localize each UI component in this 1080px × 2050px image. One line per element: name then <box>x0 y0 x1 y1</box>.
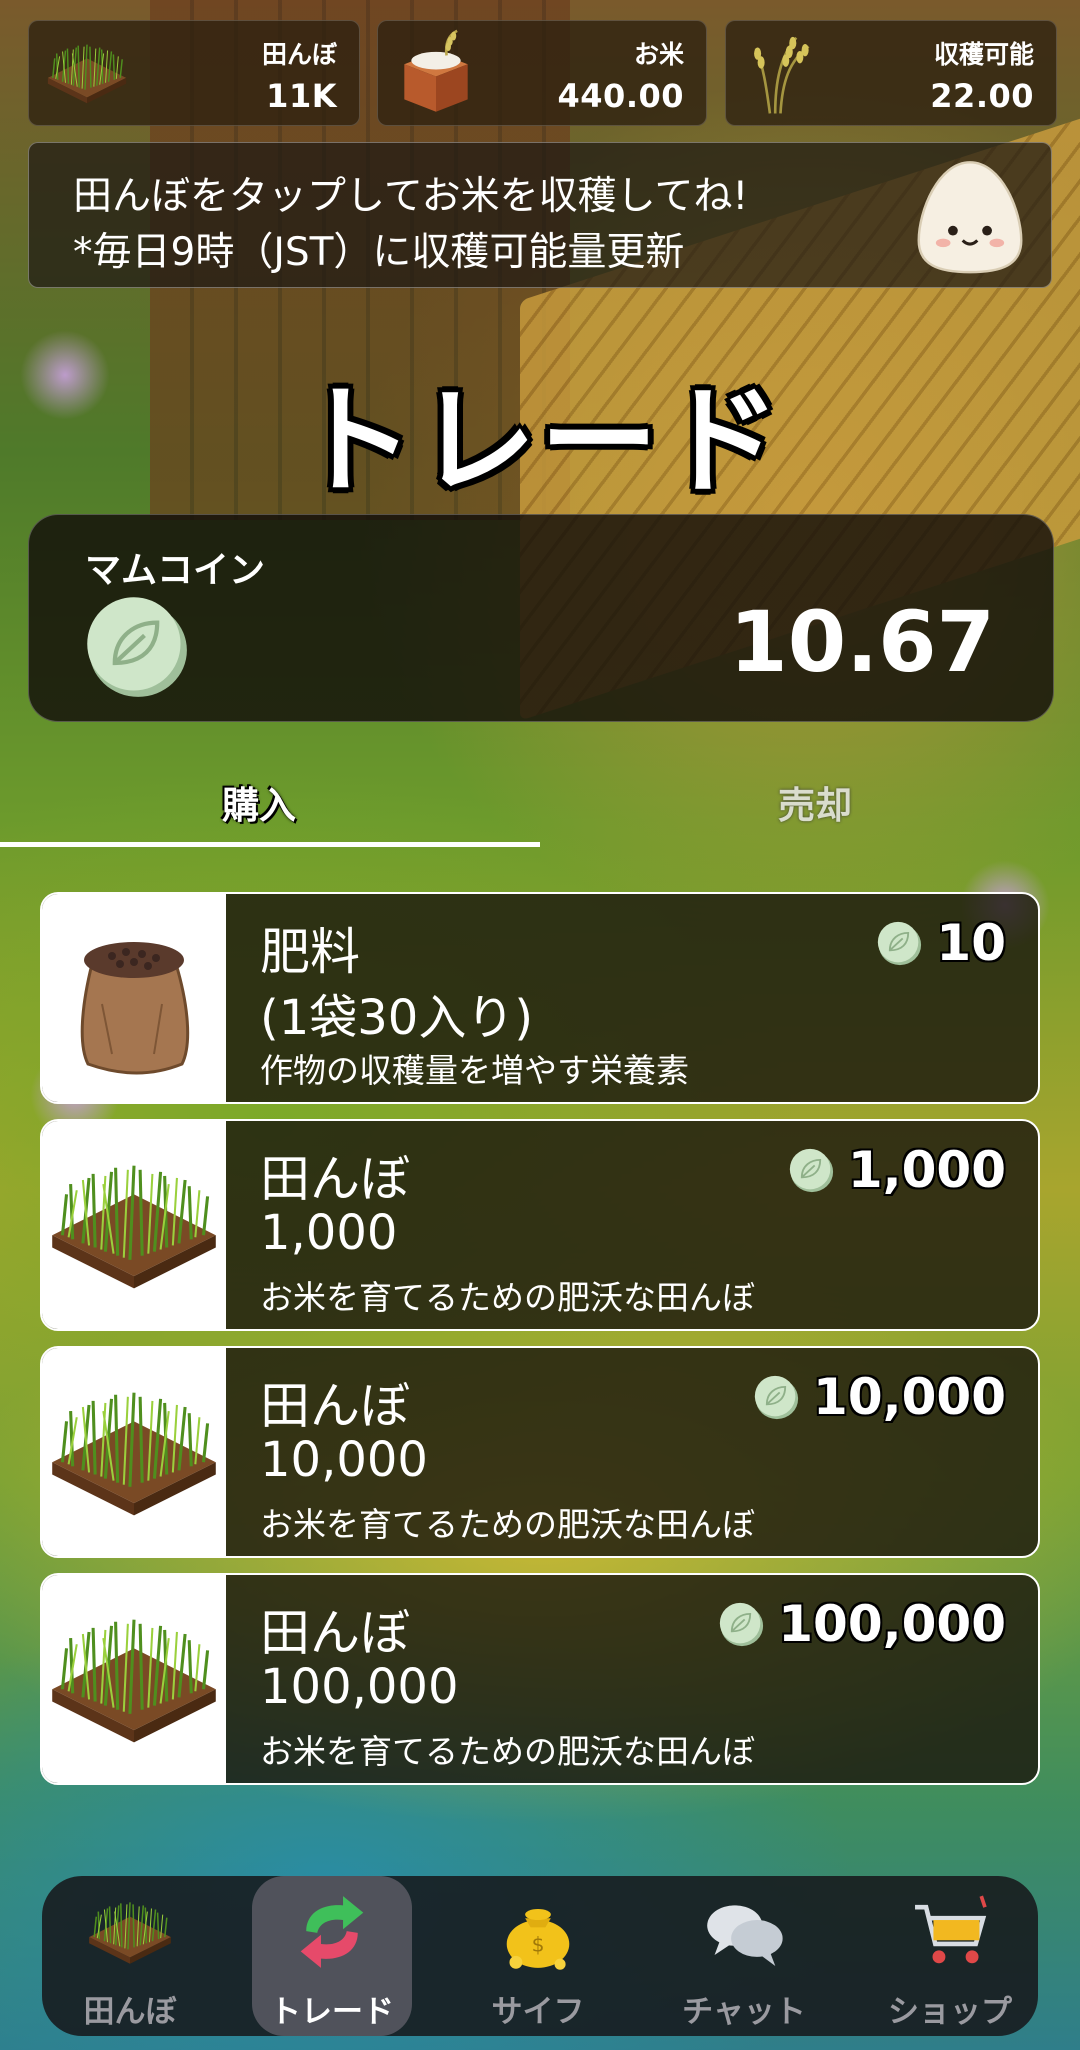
item-quantity: 1,000 <box>260 1205 398 1261</box>
item-description: 作物の収穫量を増やす栄養素 <box>260 1051 689 1090</box>
leaf-coin-icon <box>753 1374 799 1420</box>
item-description: お米を育てるための肥沃な田んぼ <box>260 1278 755 1317</box>
shop-item-rice-field-1000[interactable]: 田んぼ 1,000 お米を育てるための肥沃な田んぼ 1,000 <box>40 1119 1040 1331</box>
shop-item-fertilizer[interactable]: 肥料 (1袋30入り) 作物の収穫量を増やす栄養素 10 <box>40 892 1040 1104</box>
nav-label: ショップ <box>888 1994 1012 2030</box>
leaf-coin-icon <box>83 593 189 699</box>
svg-text:$: $ <box>532 1932 545 1956</box>
money-bag-icon: $ <box>506 1909 570 1970</box>
stat-label: 田んぼ <box>261 40 337 69</box>
stat-harvestable: 収穫可能 22.00 <box>725 20 1057 126</box>
rice-stalk-icon <box>754 36 810 114</box>
item-name: 田んぼ <box>260 1150 410 1208</box>
nav-label: トレード <box>270 1994 394 2030</box>
rice-field-icon <box>50 1618 218 1744</box>
item-name: 肥料 <box>260 923 360 981</box>
nav-item-rice-fields[interactable]: 田んぼ <box>50 1876 210 2036</box>
rice-field-icon <box>50 1391 218 1517</box>
shop-item-rice-field-10000[interactable]: 田んぼ 10,000 お米を育てるための肥沃な田んぼ 10,000 <box>40 1346 1040 1558</box>
item-price: 10,000 <box>753 1368 1006 1426</box>
stat-rice: お米 440.00 <box>377 20 707 126</box>
tab-sell[interactable]: 売却 <box>778 775 852 829</box>
active-tab-indicator <box>0 842 540 847</box>
trade-arrows-icon <box>300 1896 364 1968</box>
item-image <box>42 894 226 1102</box>
item-price: 10 <box>876 914 1006 972</box>
item-quantity: 100,000 <box>260 1659 459 1715</box>
item-description: お米を育てるための肥沃な田んぼ <box>260 1505 755 1544</box>
item-price: 1,000 <box>788 1141 1006 1199</box>
notice-line-2: *毎日9時（JST）に収穫可能量更新 <box>73 230 685 275</box>
fertilizer-bag-icon <box>80 942 190 1075</box>
coin-balance-card: マムコイン 10.67 <box>28 514 1054 722</box>
shop-item-rice-field-100000[interactable]: 田んぼ 100,000 お米を育てるための肥沃な田んぼ 100,000 <box>40 1573 1040 1785</box>
coin-name: マムコイン <box>85 550 266 591</box>
stat-value: 440.00 <box>557 77 684 115</box>
bottom-nav: 田んぼ トレード $ サイフ チャット ショップ <box>42 1876 1038 2036</box>
coin-balance: 10.67 <box>729 593 995 691</box>
leaf-coin-icon <box>718 1601 764 1647</box>
leaf-coin-icon <box>876 920 922 966</box>
item-quantity: 10,000 <box>260 1432 428 1488</box>
tab-buy[interactable]: 購入 <box>222 775 296 829</box>
nav-label: サイフ <box>491 1994 585 2030</box>
rice-field-icon <box>84 1890 176 1974</box>
item-image <box>42 1575 226 1783</box>
stat-label: お米 <box>633 40 684 69</box>
item-price-value: 10 <box>936 914 1006 972</box>
item-image <box>42 1121 226 1329</box>
shopping-cart-icon <box>915 1895 987 1964</box>
rice-box-icon <box>404 29 468 112</box>
item-price: 100,000 <box>718 1595 1006 1653</box>
page-title: トレード <box>295 372 784 510</box>
nav-item-chat[interactable]: チャット <box>664 1876 824 2036</box>
item-name: 田んぼ <box>260 1377 410 1435</box>
nav-label: 田んぼ <box>83 1994 177 2030</box>
nav-item-shop[interactable]: ショップ <box>870 1876 1030 2036</box>
stat-value: 22.00 <box>930 77 1034 115</box>
item-quantity: (1袋30入り) <box>260 990 534 1046</box>
item-price-value: 10,000 <box>813 1368 1006 1426</box>
rice-field-icon <box>50 1164 218 1290</box>
item-price-value: 100,000 <box>778 1595 1006 1653</box>
notice-line-1: 田んぼをタップしてお米を収穫してね! <box>73 174 749 219</box>
item-price-value: 1,000 <box>847 1141 1006 1199</box>
rice-ball-mascot-icon <box>917 161 1023 274</box>
nav-item-wallet[interactable]: $ サイフ <box>458 1876 618 2036</box>
harvest-notice: 田んぼをタップしてお米を収穫してね! *毎日9時（JST）に収穫可能量更新 <box>28 142 1052 288</box>
nav-item-trade[interactable]: トレード <box>252 1876 412 2036</box>
rice-field-icon <box>43 29 131 117</box>
item-name: 田んぼ <box>260 1604 410 1662</box>
chat-bubbles-icon <box>707 1905 783 1967</box>
stat-label: 収穫可能 <box>933 40 1034 69</box>
stat-value: 11K <box>266 77 337 115</box>
leaf-coin-icon <box>788 1147 834 1193</box>
item-description: お米を育てるための肥沃な田んぼ <box>260 1732 755 1771</box>
nav-label: チャット <box>682 1994 806 2030</box>
stat-rice-fields: 田んぼ 11K <box>28 20 360 126</box>
item-image <box>42 1348 226 1556</box>
